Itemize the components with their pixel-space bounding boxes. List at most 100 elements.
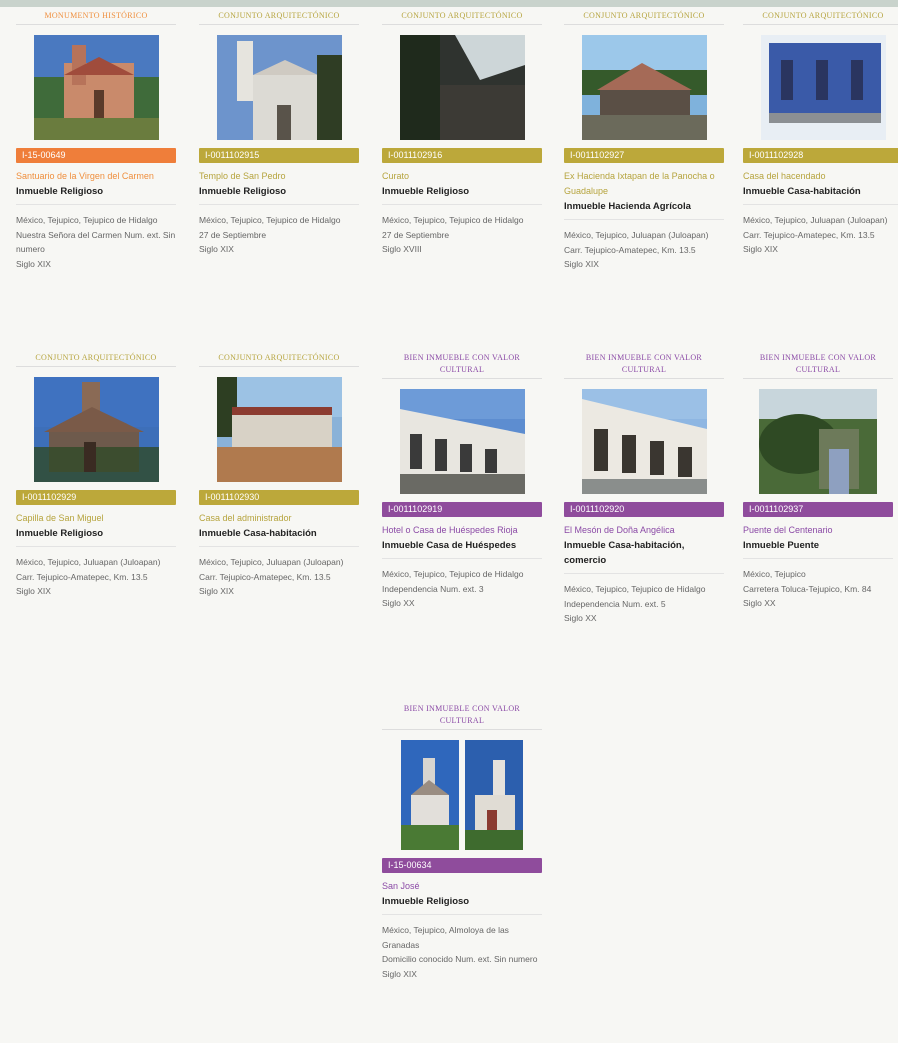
building-photo[interactable] — [401, 740, 459, 850]
address: Nuestra Señora del Carmen Num. ext. Sin … — [16, 229, 176, 255]
monument-name[interactable]: Curato — [382, 169, 542, 184]
building-photo[interactable] — [216, 377, 342, 482]
monument-name[interactable]: Templo de San Pedro — [199, 169, 359, 184]
building-photo[interactable] — [759, 389, 877, 494]
century: Siglo XIX — [199, 586, 234, 596]
monument-type: Inmueble Casa de Huéspedes — [382, 538, 542, 559]
monument-name[interactable]: Santuario de la Virgen del Carmen — [16, 169, 176, 184]
address: 27 de Septiembre — [199, 229, 267, 240]
details: México, Tejupico Carretera Toluca-Tejupi… — [743, 567, 893, 611]
address: Carretera Toluca-Tejupico, Km. 84 — [743, 583, 872, 594]
building-photo[interactable] — [581, 389, 707, 494]
record-code: I-0011102928 — [743, 148, 898, 163]
category-label: BIEN INMUEBLE CON VALOR CULTURAL — [382, 703, 542, 730]
location: México, Tejupico, Tejupico de Hidalgo — [16, 215, 158, 225]
monument-type: Inmueble Casa-habitación, comercio — [564, 538, 724, 574]
monument-name[interactable]: San José — [382, 879, 542, 894]
location: México, Tejupico, Juluapan (Juloapan) — [199, 557, 344, 567]
building-photo[interactable] — [399, 389, 525, 494]
monument-type: Inmueble Puente — [743, 538, 893, 559]
address: Independencia Num. ext. 5 — [564, 598, 666, 609]
building-photo[interactable] — [33, 377, 159, 482]
record-code: I-0011102929 — [16, 490, 176, 505]
details: México, Tejupico, Juluapan (Juloapan) Ca… — [564, 228, 724, 272]
top-strip — [0, 0, 898, 7]
century: Siglo XX — [382, 598, 415, 608]
monument-type: Inmueble Casa-habitación — [743, 184, 898, 205]
building-photo[interactable] — [581, 35, 707, 140]
details: México, Tejupico, Tejupico de Hidalgo Nu… — [16, 213, 176, 271]
century: Siglo XIX — [382, 968, 417, 979]
details: México, Tejupico, Tejupico de Hidalgo In… — [382, 567, 542, 611]
heritage-card[interactable]: CONJUNTO ARQUITECTÓNICO I-0011102916 Cur… — [382, 10, 542, 257]
record-code: I-0011102919 — [382, 502, 542, 517]
century: Siglo XIX — [743, 244, 778, 254]
building-photo[interactable] — [760, 35, 886, 140]
details: México, Tejupico, Almoloya de las Granad… — [382, 923, 542, 981]
address: Carr. Tejupico-Amatepec, Km. 13.5 — [564, 244, 696, 255]
category-label: CONJUNTO ARQUITECTÓNICO — [199, 352, 359, 367]
monument-name[interactable]: Ex Hacienda Ixtapan de la Panocha o Guad… — [564, 169, 724, 199]
category-label: CONJUNTO ARQUITECTÓNICO — [382, 10, 542, 25]
record-code: I-15-00634 — [382, 858, 542, 873]
monument-name[interactable]: Casa del hacendado — [743, 169, 898, 184]
building-photo[interactable] — [216, 35, 342, 140]
record-code: I-15-00649 — [16, 148, 176, 163]
details: México, Tejupico, Tejupico de Hidalgo 27… — [382, 213, 542, 257]
category-label: CONJUNTO ARQUITECTÓNICO — [564, 10, 724, 25]
record-code: I-0011102927 — [564, 148, 724, 163]
heritage-card[interactable]: BIEN INMUEBLE CON VALOR CULTURAL I-00111… — [743, 352, 893, 611]
details: México, Tejupico, Juluapan (Juloapan) Ca… — [743, 213, 898, 257]
monument-type: Inmueble Casa-habitación — [199, 526, 359, 547]
details: México, Tejupico, Tejupico de Hidalgo 27… — [199, 213, 359, 257]
century: Siglo XX — [564, 613, 597, 623]
record-code: I-0011102916 — [382, 148, 542, 163]
category-label: CONJUNTO ARQUITECTÓNICO — [199, 10, 359, 25]
building-photo[interactable] — [465, 740, 523, 850]
location: México, Tejupico, Almoloya de las Granad… — [382, 925, 509, 950]
heritage-card[interactable]: CONJUNTO ARQUITECTÓNICO I-0011102927 Ex … — [564, 10, 724, 272]
heritage-card[interactable]: CONJUNTO ARQUITECTÓNICO I-0011102928 Cas… — [743, 10, 898, 257]
heritage-card[interactable]: MONUMENTO HISTÓRICO I-15-00649 Santuario… — [16, 10, 176, 271]
category-label: CONJUNTO ARQUITECTÓNICO — [16, 352, 176, 367]
monument-name[interactable]: Puente del Centenario — [743, 523, 893, 538]
location: México, Tejupico, Tejupico de Hidalgo — [199, 215, 341, 225]
monument-type: Inmueble Religioso — [16, 184, 176, 205]
heritage-card[interactable]: BIEN INMUEBLE CON VALOR CULTURAL I-00111… — [564, 352, 724, 626]
address: Carr. Tejupico-Amatepec, Km. 13.5 — [199, 571, 331, 582]
category-label: BIEN INMUEBLE CON VALOR CULTURAL — [382, 352, 542, 379]
monument-type: Inmueble Religioso — [382, 894, 542, 915]
category-label: BIEN INMUEBLE CON VALOR CULTURAL — [564, 352, 724, 379]
category-label: BIEN INMUEBLE CON VALOR CULTURAL — [743, 352, 893, 379]
monument-name[interactable]: Hotel o Casa de Huéspedes Rioja — [382, 523, 542, 538]
address: 27 de Septiembre — [382, 229, 450, 240]
heritage-card[interactable]: BIEN INMUEBLE CON VALOR CULTURAL I-15-00… — [382, 703, 542, 981]
address: Carr. Tejupico-Amatepec, Km. 13.5 — [743, 229, 875, 240]
monument-name[interactable]: El Mesón de Doña Angélica — [564, 523, 724, 538]
address: Independencia Num. ext. 3 — [382, 583, 484, 594]
details: México, Tejupico, Juluapan (Juloapan) Ca… — [199, 555, 359, 599]
century: Siglo XIX — [16, 258, 51, 269]
record-code: I-0011102930 — [199, 490, 359, 505]
details: México, Tejupico, Juluapan (Juloapan) Ca… — [16, 555, 176, 599]
location: México, Tejupico, Tejupico de Hidalgo — [382, 569, 524, 579]
monument-type: Inmueble Religioso — [16, 526, 176, 547]
heritage-card[interactable]: CONJUNTO ARQUITECTÓNICO I-0011102915 Tem… — [199, 10, 359, 257]
address: Domicilio conocido Num. ext. Sin numero — [382, 954, 538, 964]
location: México, Tejupico, Juluapan (Juloapan) — [16, 557, 161, 567]
address: Carr. Tejupico-Amatepec, Km. 13.5 — [16, 571, 148, 582]
category-label: CONJUNTO ARQUITECTÓNICO — [743, 10, 898, 25]
monument-name[interactable]: Casa del administrador — [199, 511, 359, 526]
building-photo[interactable] — [33, 35, 159, 140]
monument-type: Inmueble Religioso — [382, 184, 542, 205]
monument-type: Inmueble Hacienda Agrícola — [564, 199, 724, 220]
century: Siglo XVIII — [382, 244, 422, 254]
heritage-card[interactable]: BIEN INMUEBLE CON VALOR CULTURAL I-00111… — [382, 352, 542, 611]
monument-name[interactable]: Capilla de San Miguel — [16, 511, 176, 526]
building-photo[interactable] — [399, 35, 525, 140]
monument-type: Inmueble Religioso — [199, 184, 359, 205]
location: México, Tejupico, Juluapan (Juloapan) — [743, 215, 888, 225]
heritage-card[interactable]: CONJUNTO ARQUITECTÓNICO I-0011102929 Cap… — [16, 352, 176, 599]
heritage-card[interactable]: CONJUNTO ARQUITECTÓNICO I-0011102930 Cas… — [199, 352, 359, 599]
location: México, Tejupico, Tejupico de Hidalgo — [564, 584, 706, 594]
